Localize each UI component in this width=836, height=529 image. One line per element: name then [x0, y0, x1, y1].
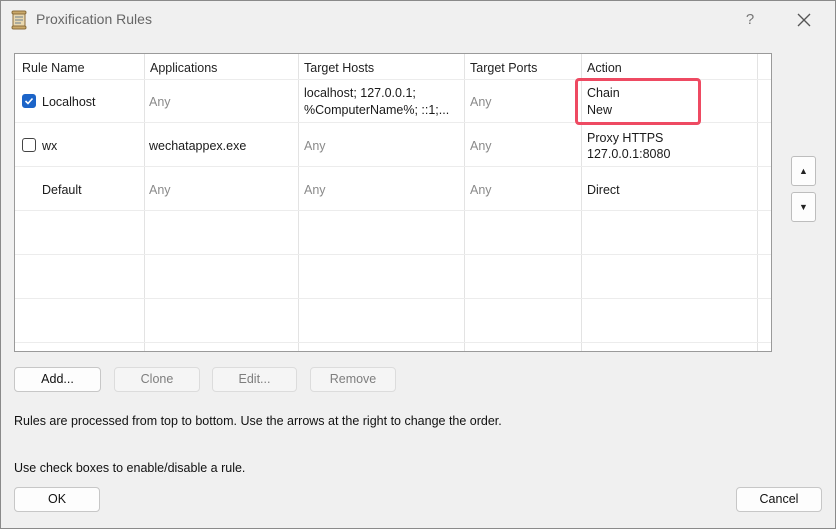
move-down-button[interactable]: ▼ [791, 192, 816, 222]
clone-button[interactable]: Clone [114, 367, 200, 392]
remove-button[interactable]: Remove [310, 367, 396, 392]
rules-table[interactable]: Rule Name Applications Target Hosts Targ… [14, 53, 772, 352]
rule-action-line1: Proxy HTTPS [587, 131, 664, 145]
header-target-ports[interactable]: Target Ports [470, 61, 537, 75]
rule-hosts: Any [304, 183, 326, 197]
header-target-hosts[interactable]: Target Hosts [304, 61, 374, 75]
rule-applications: Any [149, 183, 171, 197]
rule-name: Default [42, 183, 82, 197]
move-up-button[interactable]: ▲ [791, 156, 816, 186]
rule-hosts: Any [304, 139, 326, 153]
add-button[interactable]: Add... [14, 367, 101, 392]
rule-applications: wechatappex.exe [149, 139, 247, 153]
rules-order-note: Rules are processed from top to bottom. … [14, 414, 502, 428]
header-rule-name[interactable]: Rule Name [22, 61, 85, 75]
header-applications[interactable]: Applications [150, 61, 217, 75]
ok-button[interactable]: OK [14, 487, 100, 512]
checkmark-icon [24, 97, 34, 105]
highlight-annotation [575, 78, 701, 125]
checkbox-note: Use check boxes to enable/disable a rule… [14, 461, 246, 475]
rule-ports: Any [470, 95, 492, 109]
window-title: Proxification Rules [36, 11, 152, 27]
cancel-button[interactable]: Cancel [736, 487, 822, 512]
rule-ports: Any [470, 183, 492, 197]
title-bar: Proxification Rules ? [1, 1, 835, 39]
rule-ports: Any [470, 139, 492, 153]
rule-applications: Any [149, 95, 171, 109]
help-button[interactable]: ? [737, 7, 763, 33]
rule-enabled-checkbox[interactable] [22, 138, 36, 152]
close-button[interactable] [791, 7, 817, 33]
rule-hosts-line2: %ComputerName%; ::1;... [304, 103, 450, 117]
arrow-down-icon: ▼ [799, 202, 808, 212]
header-action[interactable]: Action [587, 61, 622, 75]
rule-action: Direct [587, 183, 620, 197]
rule-hosts-line1: localhost; 127.0.0.1; [304, 86, 416, 100]
arrow-up-icon: ▲ [799, 166, 808, 176]
rule-name: wx [42, 139, 58, 153]
rule-enabled-checkbox[interactable] [22, 94, 36, 108]
proxification-rules-dialog: Proxification Rules ? Rule Name Applicat… [0, 0, 836, 529]
rule-action-line2: 127.0.0.1:8080 [587, 147, 671, 161]
close-icon [797, 13, 811, 27]
rule-name: Localhost [42, 95, 96, 109]
scroll-icon [11, 10, 27, 30]
edit-button[interactable]: Edit... [212, 367, 297, 392]
